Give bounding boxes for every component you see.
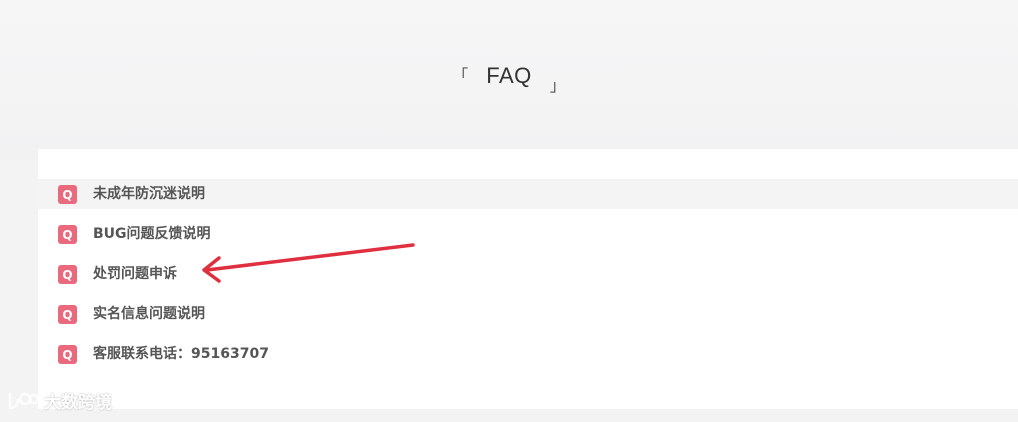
bracket-open: 「 <box>452 66 469 85</box>
faq-item-real-name[interactable]: Q 实名信息问题说明 <box>38 299 1018 329</box>
faq-item-minor-protection[interactable]: Q 未成年防沉迷说明 <box>38 179 1018 209</box>
faq-item-label[interactable]: BUG问题反馈说明 <box>93 225 211 244</box>
watermark-logo-icon <box>8 392 40 409</box>
faq-item-penalty-appeal[interactable]: Q 处罚问题申诉 <box>38 259 1018 289</box>
watermark: 大数跨境 <box>6 388 112 413</box>
faq-panel: Q 未成年防沉迷说明 Q BUG问题反馈说明 Q 处罚问题申诉 Q 实名信息问题… <box>38 149 1018 409</box>
q-icon: Q <box>58 225 77 244</box>
faq-item-bug-feedback[interactable]: Q BUG问题反馈说明 <box>38 219 1018 249</box>
q-icon: Q <box>58 345 77 364</box>
watermark-text: 大数跨境 <box>44 393 112 413</box>
bracket-close: 」 <box>549 76 566 95</box>
page-title: FAQ <box>486 63 532 88</box>
faq-item-label[interactable]: 处罚问题申诉 <box>93 265 177 284</box>
faq-item-customer-service[interactable]: Q 客服联系电话：95163707 <box>38 339 1018 369</box>
faq-item-label[interactable]: 客服联系电话：95163707 <box>93 345 269 364</box>
q-icon: Q <box>58 305 77 324</box>
faq-item-label[interactable]: 实名信息问题说明 <box>93 305 205 324</box>
annotation-arrow-icon <box>202 243 415 283</box>
q-icon: Q <box>58 265 77 284</box>
faq-heading: 「 FAQ 」 <box>0 58 1018 98</box>
faq-item-label[interactable]: 未成年防沉迷说明 <box>93 185 205 204</box>
q-icon: Q <box>58 185 77 204</box>
faq-list: Q 未成年防沉迷说明 Q BUG问题反馈说明 Q 处罚问题申诉 Q 实名信息问题… <box>38 179 1018 379</box>
